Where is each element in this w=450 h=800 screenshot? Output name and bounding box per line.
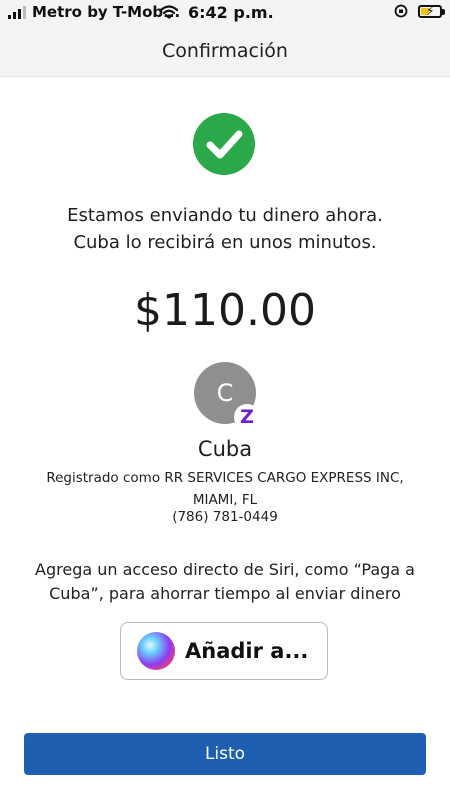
clock: 6:42 p.m.	[188, 3, 274, 22]
status-bar: Metro by T-Mob... 6:42 p.m. ⚡	[0, 0, 450, 26]
recipient-name: Cuba	[197, 437, 253, 461]
add-to-siri-label: Añadir a...	[185, 639, 309, 663]
signal-icon	[8, 5, 26, 19]
status-right: ⚡	[394, 4, 445, 18]
confirmation-line-2: Cuba lo recibirá en unos minutos.	[73, 232, 377, 253]
add-to-siri-button[interactable]: Añadir a...	[120, 622, 328, 680]
orientation-lock-icon	[394, 4, 408, 18]
siri-icon	[137, 632, 175, 670]
registration-line-2: MIAMI, FL	[192, 492, 258, 508]
amount: $110.00	[134, 285, 316, 336]
confirmation-message: Estamos enviando tu dinero ahora. Cuba l…	[0, 202, 450, 256]
confirmation-line-1: Estamos enviando tu dinero ahora.	[67, 205, 383, 226]
done-button[interactable]: Listo	[24, 733, 426, 775]
avatar-initial: C	[216, 379, 234, 407]
success-check-icon	[193, 113, 255, 175]
done-button-label: Listo	[204, 744, 246, 764]
recipient-registration: Registrado como RR SERVICES CARGO EXPRES…	[40, 467, 410, 511]
siri-shortcut-text: Agrega un acceso directo de Siri, como “…	[35, 560, 415, 603]
registration-line-1: Registrado como RR SERVICES CARGO EXPRES…	[46, 470, 404, 486]
battery-icon: ⚡	[418, 4, 445, 18]
recipient-phone: (786) 781-0449	[172, 509, 278, 525]
zelle-icon: Z	[234, 404, 260, 430]
carrier-label: Metro by T-Mob...	[32, 3, 181, 21]
carrier: Metro by T-Mob...	[8, 3, 180, 21]
nav-bar: Confirmación	[0, 26, 450, 77]
wifi-icon	[160, 5, 178, 19]
page-title: Confirmación	[162, 40, 288, 62]
